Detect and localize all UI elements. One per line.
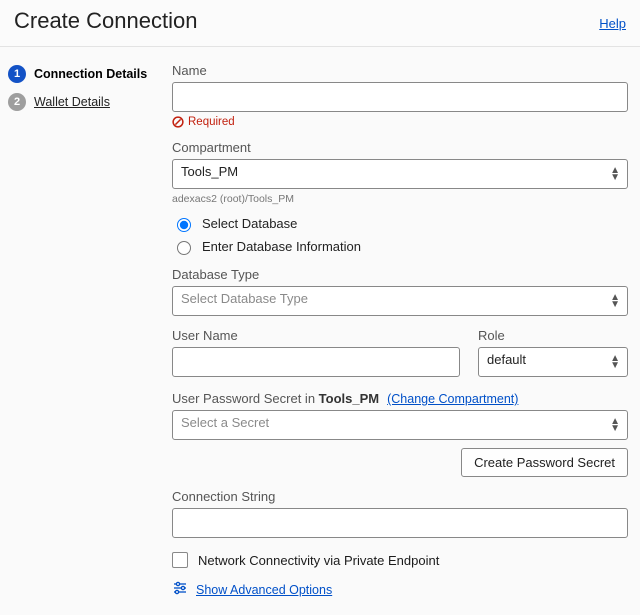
password-secret-select[interactable]: Select a Secret [172, 410, 628, 440]
database-type-select[interactable]: Select Database Type [172, 286, 628, 316]
username-input[interactable] [172, 347, 460, 377]
radio-input[interactable] [177, 241, 191, 255]
password-secret-label: User Password Secret in Tools_PM [172, 391, 379, 406]
compartment-label: Compartment [172, 140, 628, 155]
step-number-icon: 2 [8, 93, 26, 111]
sliders-icon [172, 580, 188, 599]
private-endpoint-checkbox[interactable] [172, 552, 188, 568]
change-compartment-link[interactable]: (Change Compartment) [387, 392, 518, 406]
step-number-icon: 1 [8, 65, 26, 83]
compartment-path: adexacs2 (root)/Tools_PM [172, 193, 628, 205]
role-label: Role [478, 328, 628, 343]
step-wallet-details[interactable]: 2 Wallet Details [8, 93, 172, 111]
connection-string-label: Connection String [172, 489, 628, 504]
database-type-label: Database Type [172, 267, 628, 282]
name-label: Name [172, 63, 628, 78]
form-panel: Name Required Compartment Tools_PM ▲▼ ad… [172, 61, 632, 599]
name-input[interactable] [172, 82, 628, 112]
step-connection-details[interactable]: 1 Connection Details [8, 65, 172, 83]
error-icon [172, 116, 184, 128]
radio-select-database[interactable]: Select Database [172, 215, 628, 232]
radio-enter-database-info[interactable]: Enter Database Information [172, 238, 628, 255]
username-label: User Name [172, 328, 460, 343]
show-advanced-link[interactable]: Show Advanced Options [196, 583, 332, 597]
private-endpoint-row[interactable]: Network Connectivity via Private Endpoin… [172, 552, 628, 568]
step-label: Connection Details [34, 67, 147, 81]
role-select[interactable]: default [478, 347, 628, 377]
radio-label: Enter Database Information [202, 239, 361, 254]
step-label: Wallet Details [34, 95, 110, 109]
dialog-title: Create Connection [14, 8, 197, 34]
create-password-secret-button[interactable]: Create Password Secret [461, 448, 628, 477]
connection-string-input[interactable] [172, 508, 628, 538]
show-advanced-row[interactable]: Show Advanced Options [172, 580, 628, 599]
required-text: Required [188, 116, 235, 128]
dialog-body: 1 Connection Details 2 Wallet Details Na… [0, 47, 640, 615]
radio-label: Select Database [202, 216, 297, 231]
dialog-header: Create Connection Help [0, 0, 640, 47]
radio-input[interactable] [177, 218, 191, 232]
required-indicator: Required [172, 116, 628, 128]
compartment-select[interactable]: Tools_PM [172, 159, 628, 189]
step-list: 1 Connection Details 2 Wallet Details [8, 61, 172, 599]
private-endpoint-label: Network Connectivity via Private Endpoin… [198, 553, 439, 568]
help-link[interactable]: Help [599, 16, 626, 31]
